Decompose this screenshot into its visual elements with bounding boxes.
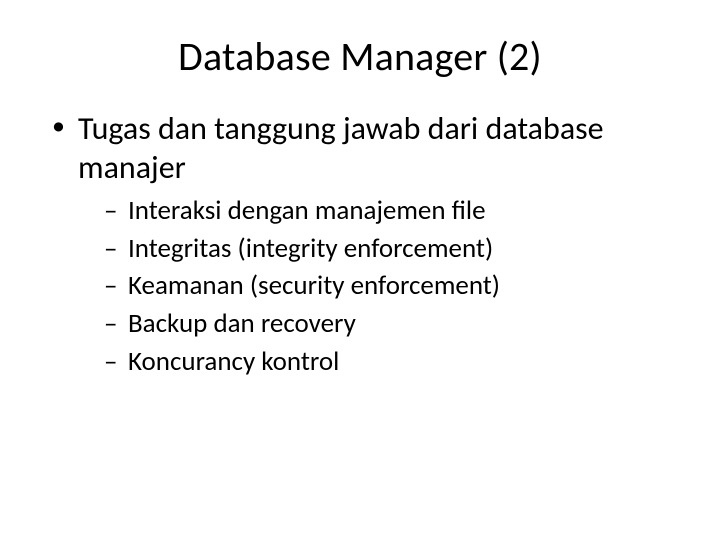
list-item-text: Backup dan recovery (128, 307, 356, 340)
list-item: Koncurancy kontrol (104, 344, 680, 380)
list-item: Tugas dan tanggung jawab dari database m… (50, 109, 680, 379)
list-item-text: Koncurancy kontrol (128, 345, 339, 378)
list-item-text: Tugas dan tanggung jawab dari database m… (78, 109, 604, 187)
slide: Database Manager (2) Tugas dan tanggung … (0, 0, 720, 540)
list-item-text: Integritas (integrity enforcement) (128, 232, 493, 265)
list-item-text: Keamanan (security enforcement) (128, 269, 500, 302)
list-item-text: Interaksi dengan manajemen file (128, 194, 486, 227)
bullet-list-level2: Interaksi dengan manajemen file Integrit… (104, 193, 680, 379)
list-item: Keamanan (security enforcement) (104, 268, 680, 304)
list-item: Integritas (integrity enforcement) (104, 231, 680, 267)
list-item: Backup dan recovery (104, 306, 680, 342)
slide-title: Database Manager (2) (40, 32, 680, 81)
list-item: Interaksi dengan manajemen file (104, 193, 680, 229)
bullet-list-level1: Tugas dan tanggung jawab dari database m… (50, 109, 680, 379)
